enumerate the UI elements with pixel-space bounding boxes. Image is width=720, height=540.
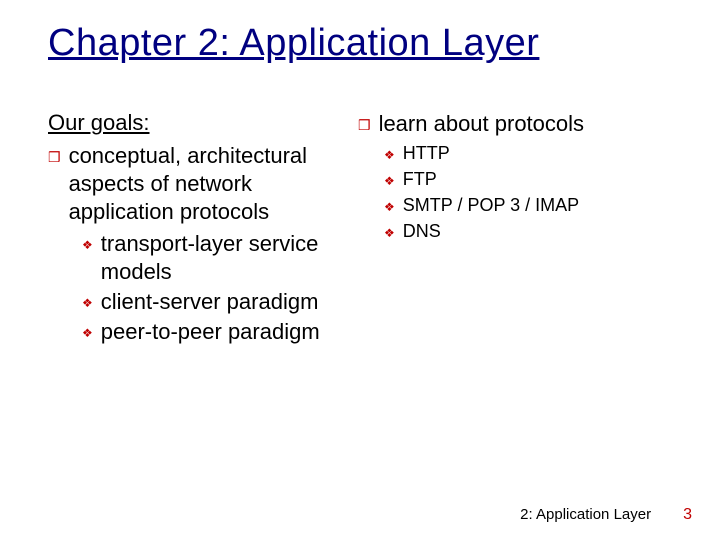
right-column: ❒ learn about protocols ❖ HTTP ❖ FTP ❖ S… xyxy=(358,110,688,348)
list-item: ❖ peer-to-peer paradigm xyxy=(82,318,348,346)
footer-chapter: 2: Application Layer xyxy=(520,506,651,523)
footer: 2: Application Layer 3 xyxy=(520,506,692,524)
item-text: SMTP / POP 3 / IMAP xyxy=(403,194,579,216)
left-column: Our goals: ❒ conceptual, architectural a… xyxy=(48,110,348,348)
list-item: ❖ DNS xyxy=(384,220,688,244)
square-bullet-icon: ❒ xyxy=(358,114,371,136)
item-text: FTP xyxy=(403,168,437,190)
list-item: ❖ transport-layer service models xyxy=(82,230,348,286)
list-item: ❒ conceptual, architectural aspects of n… xyxy=(48,142,348,226)
sublist: ❖ transport-layer service models ❖ clien… xyxy=(82,230,348,346)
diamond-bullet-icon: ❖ xyxy=(384,222,395,244)
sublist: ❖ HTTP ❖ FTP ❖ SMTP / POP 3 / IMAP ❖ DNS xyxy=(384,142,688,244)
list-item: ❖ client-server paradigm xyxy=(82,288,348,316)
item-text: peer-to-peer paradigm xyxy=(101,318,320,346)
slide: Chapter 2: Application Layer Our goals: … xyxy=(0,0,720,540)
diamond-bullet-icon: ❖ xyxy=(384,196,395,218)
diamond-bullet-icon: ❖ xyxy=(82,322,93,344)
item-text: client-server paradigm xyxy=(101,288,319,316)
item-text: DNS xyxy=(403,220,441,242)
item-text: transport-layer service models xyxy=(101,230,348,286)
list-item: ❒ learn about protocols xyxy=(358,110,688,138)
list-item: ❖ FTP xyxy=(384,168,688,192)
list-item: ❖ HTTP xyxy=(384,142,688,166)
diamond-bullet-icon: ❖ xyxy=(384,170,395,192)
item-text: HTTP xyxy=(403,142,450,164)
slide-title: Chapter 2: Application Layer xyxy=(48,22,539,65)
item-text: conceptual, architectural aspects of net… xyxy=(69,142,348,226)
goals-heading: Our goals: xyxy=(48,110,348,136)
slide-body: Our goals: ❒ conceptual, architectural a… xyxy=(48,110,690,348)
diamond-bullet-icon: ❖ xyxy=(82,292,93,314)
diamond-bullet-icon: ❖ xyxy=(82,234,93,256)
item-text: learn about protocols xyxy=(379,110,584,138)
footer-page-number: 3 xyxy=(683,506,692,524)
list-item: ❖ SMTP / POP 3 / IMAP xyxy=(384,194,688,218)
diamond-bullet-icon: ❖ xyxy=(384,144,395,166)
square-bullet-icon: ❒ xyxy=(48,146,61,168)
